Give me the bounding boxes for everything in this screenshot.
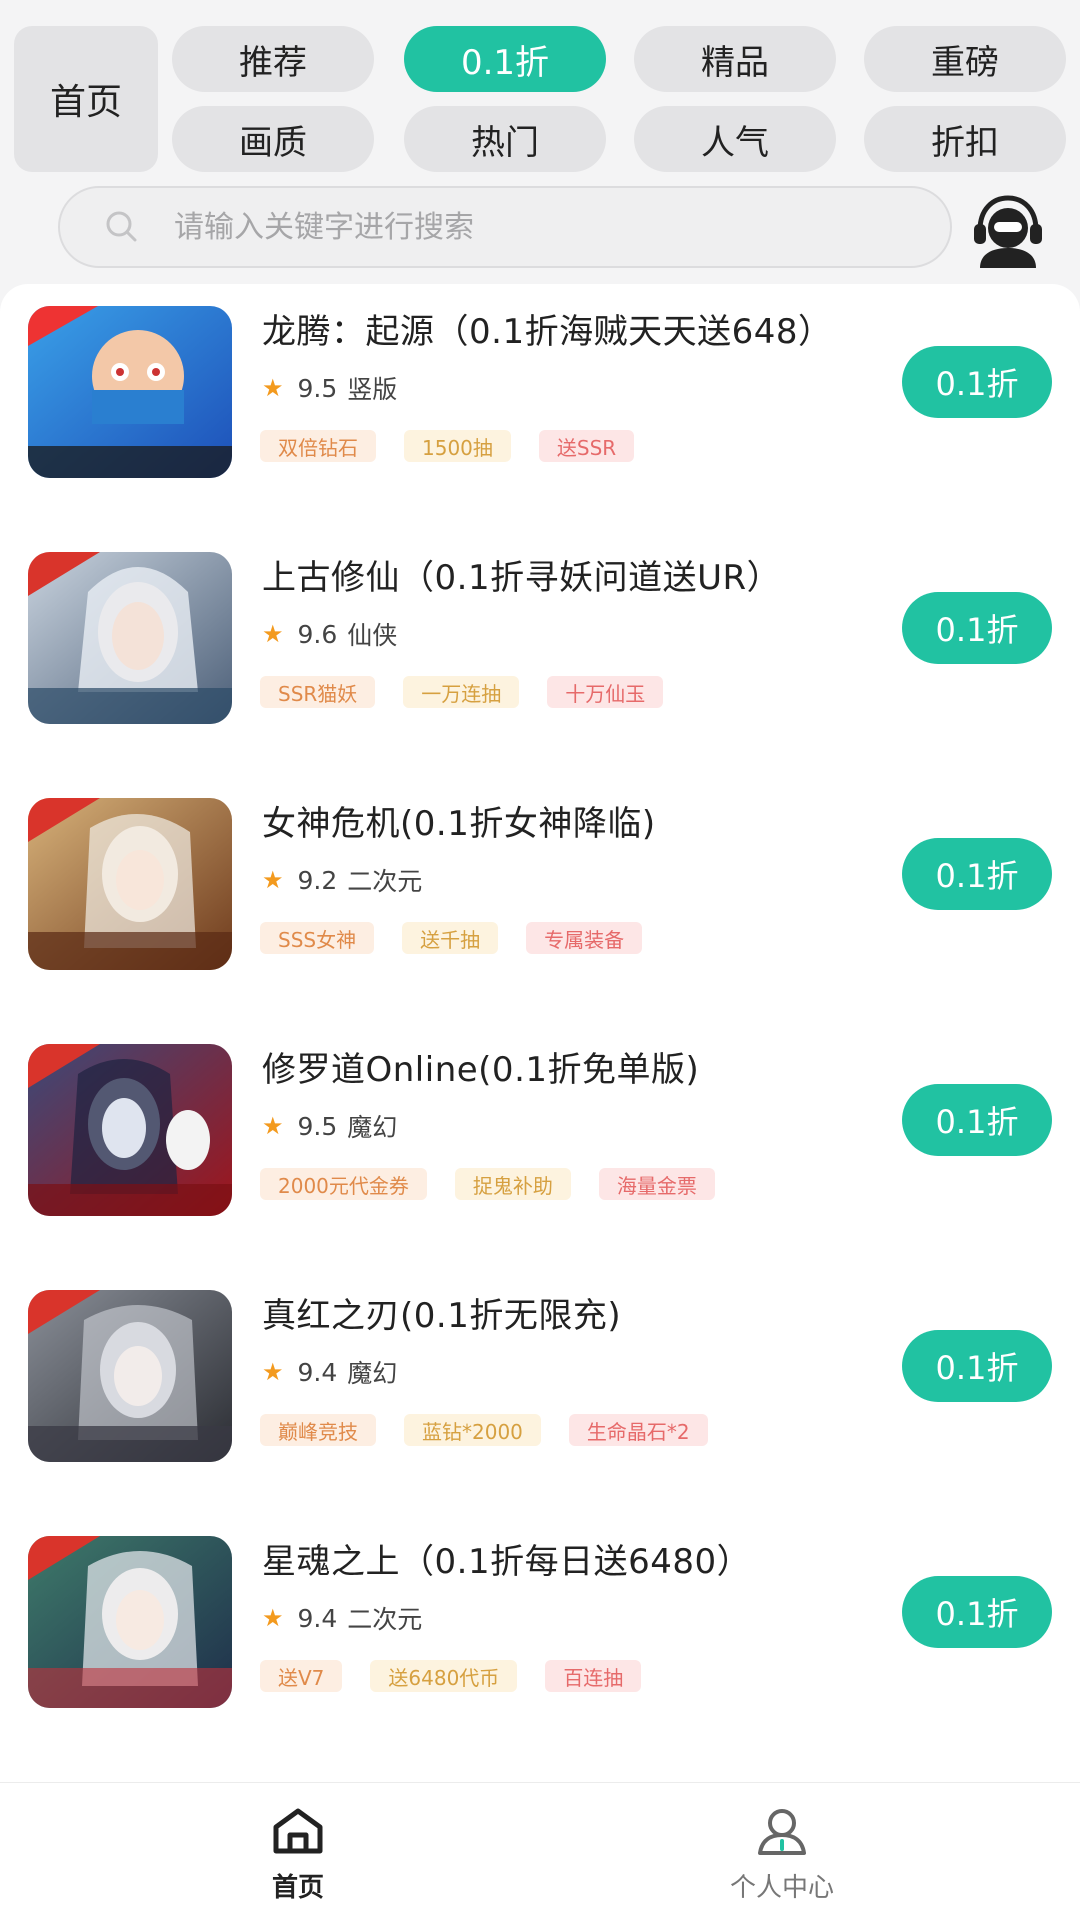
game-title: 龙腾：起源（0.1折海贼天天送648） <box>262 312 833 352</box>
game-rating: 9.5 <box>297 373 338 403</box>
game-row[interactable]: 真红之刃(0.1折无限充) ★ 9.4 魔幻 巅峰竞技 蓝钻*2000 生命晶石… <box>0 1268 1080 1514</box>
nav-profile-label: 个人中心 <box>729 1873 834 1903</box>
star-icon: ★ <box>262 1358 284 1386</box>
star-icon: ★ <box>262 1604 284 1632</box>
game-rating: 9.4 <box>297 1357 338 1387</box>
discount-button[interactable]: 0.1折 <box>902 838 1052 910</box>
game-tag: 专属装备 <box>526 922 643 954</box>
game-tag: 送6480代币 <box>370 1660 518 1692</box>
discount-button[interactable]: 0.1折 <box>902 592 1052 664</box>
search-icon <box>102 207 162 247</box>
game-tag: 百连抽 <box>545 1660 642 1692</box>
discount-button[interactable]: 0.1折 <box>902 1576 1052 1648</box>
game-genre: 魔幻 <box>347 1113 398 1142</box>
star-icon: ★ <box>262 866 284 894</box>
star-icon: ★ <box>262 620 284 648</box>
category-heavyweight[interactable]: 重磅 <box>864 26 1066 92</box>
game-genre: 竖版 <box>347 375 398 404</box>
category-popular[interactable]: 人气 <box>634 106 836 172</box>
game-tag: 送V7 <box>260 1660 343 1692</box>
category-graphics[interactable]: 画质 <box>172 106 374 172</box>
game-rating: 9.4 <box>297 1603 338 1633</box>
game-cover-image[interactable] <box>28 1044 232 1216</box>
nav-home[interactable]: 首页 <box>188 1805 408 1904</box>
game-tag: 一万连抽 <box>403 676 520 708</box>
game-cover-image[interactable] <box>28 1290 232 1462</box>
game-list: 龙腾：起源（0.1折海贼天天送648） ★ 9.5 竖版 双倍钻石 1500抽 … <box>0 284 1080 1784</box>
category-hot[interactable]: 热门 <box>404 106 606 172</box>
game-cover-image[interactable] <box>28 798 232 970</box>
star-icon: ★ <box>262 1112 284 1140</box>
game-title: 女神危机(0.1折女神降临) <box>262 804 656 844</box>
game-tag: 海量金票 <box>598 1168 715 1200</box>
discount-button[interactable]: 0.1折 <box>902 1330 1052 1402</box>
nav-home-label: 首页 <box>271 1873 324 1903</box>
game-genre: 仙侠 <box>347 621 398 650</box>
game-cover-image[interactable] <box>28 552 232 724</box>
category-premium[interactable]: 精品 <box>634 26 836 92</box>
game-row[interactable]: 女神危机(0.1折女神降临) ★ 9.2 二次元 SSS女神 送千抽 专属装备 … <box>0 776 1080 1022</box>
game-cover-image[interactable] <box>28 306 232 478</box>
category-recommend[interactable]: 推荐 <box>172 26 374 92</box>
discount-button[interactable]: 0.1折 <box>902 1084 1052 1156</box>
game-tag: 送千抽 <box>402 922 499 954</box>
search-input[interactable] <box>174 209 874 245</box>
game-rating: 9.2 <box>297 865 338 895</box>
game-tag: 送SSR <box>538 430 635 462</box>
game-tag: SSS女神 <box>260 922 375 954</box>
user-icon <box>758 1809 806 1855</box>
game-rating: 9.6 <box>297 619 338 649</box>
game-tag: 十万仙玉 <box>547 676 664 708</box>
game-row[interactable]: 修罗道Online(0.1折免单版) ★ 9.5 魔幻 2000元代金券 捉鬼补… <box>0 1022 1080 1268</box>
game-tag: SSR猫妖 <box>260 676 376 708</box>
game-genre: 二次元 <box>347 867 423 896</box>
game-row[interactable]: 龙腾：起源（0.1折海贼天天送648） ★ 9.5 竖版 双倍钻石 1500抽 … <box>0 284 1080 530</box>
game-row[interactable]: 星魂之上（0.1折每日送6480） ★ 9.4 二次元 送V7 送6480代币 … <box>0 1514 1080 1760</box>
game-title: 上古修仙（0.1折寻妖问道送UR） <box>262 558 782 598</box>
bottom-nav: 首页 个人中心 <box>0 1782 1080 1920</box>
nav-profile[interactable]: 个人中心 <box>672 1805 892 1904</box>
game-genre: 二次元 <box>347 1605 423 1634</box>
game-row[interactable]: 上古修仙（0.1折寻妖问道送UR） ★ 9.6 仙侠 SSR猫妖 一万连抽 十万… <box>0 530 1080 776</box>
home-icon <box>273 1808 323 1854</box>
search-bar[interactable] <box>58 186 952 268</box>
game-tag: 生命晶石*2 <box>568 1414 708 1446</box>
game-tag: 捉鬼补助 <box>454 1168 571 1200</box>
game-title: 真红之刃(0.1折无限充) <box>262 1296 622 1336</box>
category-home[interactable]: 首页 <box>14 26 158 172</box>
customer-service-icon[interactable] <box>968 190 1048 270</box>
discount-button[interactable]: 0.1折 <box>902 346 1052 418</box>
game-tag: 2000元代金券 <box>260 1168 427 1200</box>
game-tag: 巅峰竞技 <box>260 1414 376 1446</box>
game-title: 修罗道Online(0.1折免单版) <box>262 1050 700 1090</box>
category-discount[interactable]: 折扣 <box>864 106 1066 172</box>
game-genre: 魔幻 <box>347 1359 398 1388</box>
category-discount-01[interactable]: 0.1折 <box>404 26 606 92</box>
game-title: 星魂之上（0.1折每日送6480） <box>262 1542 752 1582</box>
game-tag: 双倍钻石 <box>260 430 376 462</box>
game-rating: 9.5 <box>297 1111 338 1141</box>
game-cover-image[interactable] <box>28 1536 232 1708</box>
game-tag: 1500抽 <box>404 430 511 462</box>
star-icon: ★ <box>262 374 284 402</box>
game-tag: 蓝钻*2000 <box>404 1414 541 1446</box>
